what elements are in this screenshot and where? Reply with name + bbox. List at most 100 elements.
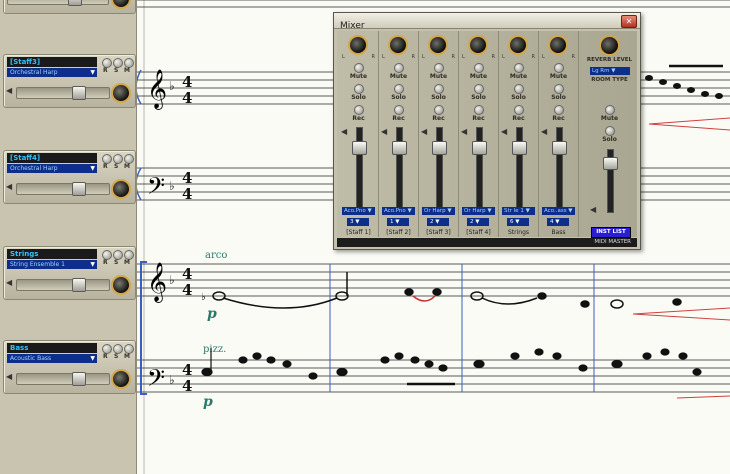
pan-knob[interactable] [111, 275, 131, 295]
room-type-select[interactable]: Lg Rm ▼ [590, 67, 630, 75]
solo-label: Solo [602, 136, 617, 143]
channel-name: [Staff 1] [346, 229, 371, 236]
midi-channel-select[interactable]: 4 ▼ [547, 218, 569, 226]
record-label: R [103, 353, 108, 360]
volume-slider-thumb[interactable] [72, 278, 86, 292]
record-button[interactable] [394, 105, 404, 115]
mute-label: M [124, 353, 130, 360]
instrument-select[interactable]: Acoustic Bass ▼ [7, 354, 97, 363]
solo-button[interactable] [434, 84, 444, 94]
staff-strip-bass: Bass Acoustic Bass ▼ R S M ◀ [3, 340, 136, 394]
volume-fader-thumb[interactable] [432, 141, 447, 155]
pan-knob[interactable] [508, 35, 528, 55]
channel-name: [Staff 2] [386, 229, 411, 236]
pan-knob[interactable] [111, 0, 131, 9]
volume-slider-thumb[interactable] [72, 182, 86, 196]
mute-button[interactable] [354, 63, 364, 73]
speaker-icon: ◀ [381, 127, 388, 136]
dynamic-marking: p [207, 306, 217, 322]
record-label: R [103, 163, 108, 170]
volume-fader-track[interactable] [356, 127, 363, 213]
pan-left-label: L [342, 54, 345, 60]
volume-slider[interactable] [16, 86, 110, 100]
pan-knob[interactable] [111, 83, 131, 103]
inst-list-button[interactable]: INST LIST [591, 227, 631, 238]
record-button[interactable] [554, 105, 564, 115]
instrument-select[interactable]: Or Harp ▼ [422, 207, 455, 215]
volume-fader-track[interactable] [436, 127, 443, 213]
solo-label: Solo [551, 94, 566, 101]
solo-button[interactable] [354, 84, 364, 94]
solo-button[interactable] [554, 84, 564, 94]
speaker-icon: ◀ [541, 127, 548, 136]
mute-button[interactable] [474, 63, 484, 73]
instrument-select[interactable]: Or Harp ▼ [462, 207, 495, 215]
solo-button[interactable] [474, 84, 484, 94]
volume-slider-thumb[interactable] [68, 0, 82, 6]
volume-fader-thumb[interactable] [352, 141, 367, 155]
pan-knob[interactable] [388, 35, 408, 55]
time-signature-bottom: 4 [182, 89, 192, 107]
mute-button[interactable] [554, 63, 564, 73]
volume-slider[interactable] [16, 372, 110, 386]
pan-knob[interactable] [348, 35, 368, 55]
volume-slider[interactable] [16, 278, 110, 292]
pan-knob[interactable] [428, 35, 448, 55]
volume-fader-thumb[interactable] [512, 141, 527, 155]
chevron-down-icon: ▼ [90, 261, 95, 268]
master-solo-button[interactable] [605, 126, 615, 136]
mixer-titlebar[interactable]: Mixer ✕ [334, 13, 640, 31]
midi-channel-select[interactable]: 2 ▼ [427, 218, 449, 226]
mute-button[interactable] [434, 63, 444, 73]
key-signatures: ♭ ♭ ♭ ♭ [169, 79, 175, 387]
instrument-select[interactable]: Aco..ass ▼ [542, 207, 575, 215]
close-icon[interactable]: ✕ [621, 15, 637, 28]
solo-label: S [114, 163, 119, 170]
solo-button[interactable] [394, 84, 404, 94]
volume-fader-track[interactable] [556, 127, 563, 213]
midi-channel-select[interactable]: 2 ▼ [467, 218, 489, 226]
instrument-select[interactable]: Aco.Pno ▼ [342, 207, 375, 215]
pan-knob[interactable] [548, 35, 568, 55]
volume-slider-thumb[interactable] [72, 86, 86, 100]
volume-slider[interactable] [7, 0, 109, 6]
staff-strip-partial [3, 0, 136, 14]
pan-knob[interactable] [468, 35, 488, 55]
mixer-channel: L R Mute Solo Rec ◀ Str le 1 ▼ 6 ▼ String… [499, 31, 539, 237]
solo-label: S [114, 67, 119, 74]
volume-fader-thumb[interactable] [392, 141, 407, 155]
record-button[interactable] [474, 105, 484, 115]
pan-knob[interactable] [111, 369, 131, 389]
instrument-select[interactable]: Orchestral Harp ▼ [7, 164, 97, 173]
staff-strip-strings: Strings String Ensemble 1 ▼ R S M ◀ [3, 246, 136, 300]
volume-fader-track[interactable] [396, 127, 403, 213]
record-button[interactable] [434, 105, 444, 115]
mute-button[interactable] [394, 63, 404, 73]
volume-fader-thumb[interactable] [472, 141, 487, 155]
mute-label: Mute [469, 73, 488, 80]
instrument-select[interactable]: String Ensemble 1 ▼ [7, 260, 97, 269]
volume-fader-track[interactable] [516, 127, 523, 213]
reverb-level-knob[interactable] [599, 35, 620, 56]
mute-button[interactable] [514, 63, 524, 73]
volume-fader-track[interactable] [476, 127, 483, 213]
bass-clef-icon: 𝄢 [147, 172, 165, 205]
record-button[interactable] [514, 105, 524, 115]
master-mute-button[interactable] [605, 105, 615, 115]
harp-notes [645, 64, 723, 99]
volume-slider[interactable] [16, 182, 110, 196]
pan-right-label: R [531, 54, 535, 60]
midi-channel-select[interactable]: 3 ▼ [347, 218, 369, 226]
master-fader-thumb[interactable] [603, 157, 618, 170]
svg-text:♭: ♭ [169, 373, 175, 387]
record-button[interactable] [354, 105, 364, 115]
solo-button[interactable] [514, 84, 524, 94]
volume-slider-thumb[interactable] [72, 372, 86, 386]
instrument-select[interactable]: Str le 1 ▼ [502, 207, 535, 215]
volume-fader-thumb[interactable] [552, 141, 567, 155]
instrument-select[interactable]: Orchestral Harp ▼ [7, 68, 97, 77]
midi-channel-select[interactable]: 6 ▼ [507, 218, 529, 226]
pan-knob[interactable] [111, 179, 131, 199]
instrument-select[interactable]: Aco.Pno ▼ [382, 207, 415, 215]
midi-channel-select[interactable]: 1 ▼ [387, 218, 409, 226]
